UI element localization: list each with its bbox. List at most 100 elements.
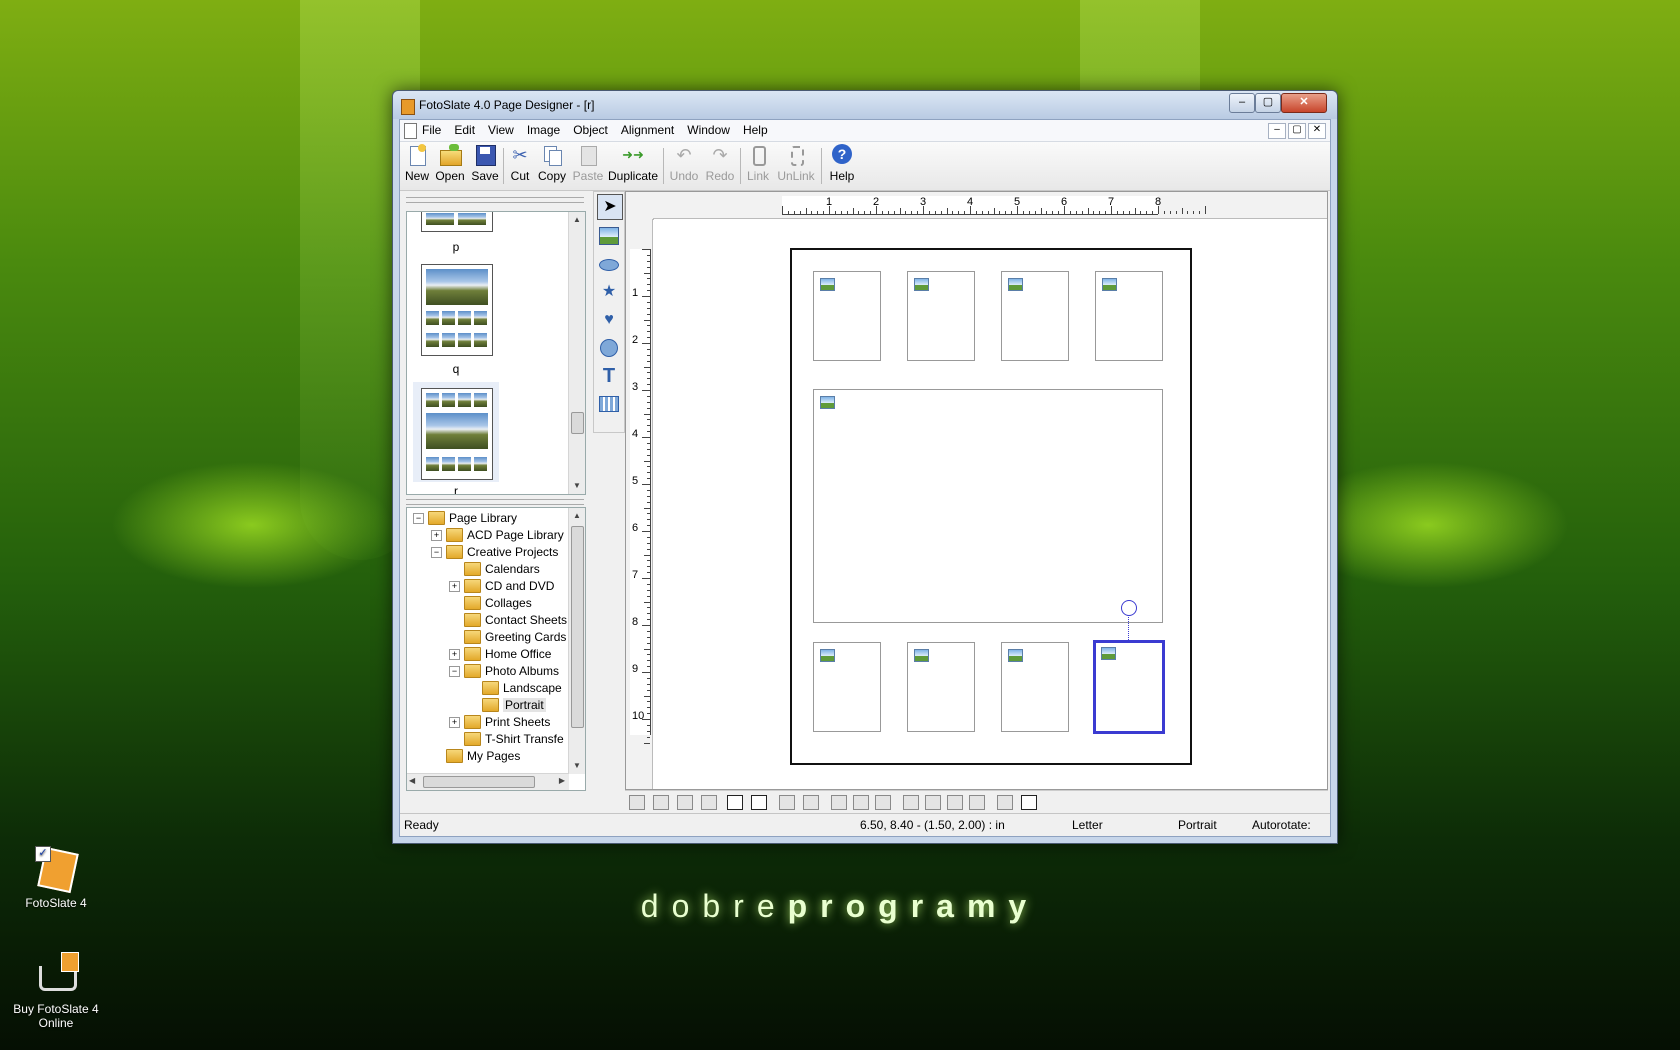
center-vertical-icon[interactable] (751, 795, 767, 810)
pointer-tool-icon[interactable]: ➤ (597, 194, 623, 220)
scroll-up-arrow[interactable]: ▲ (569, 508, 585, 524)
scroll-thumb[interactable] (571, 412, 584, 434)
expander-icon[interactable]: − (449, 665, 460, 677)
distribute-right-icon[interactable] (925, 795, 941, 810)
tree-item[interactable]: Greeting Cards (449, 628, 566, 646)
open-button[interactable]: Open (433, 144, 467, 183)
image-frame[interactable] (907, 271, 975, 361)
panel-splitter[interactable] (406, 499, 584, 505)
desktop-icon-buy-fotoslate[interactable]: Buy FotoSlate 4 Online (6, 952, 106, 1030)
scroll-down-arrow[interactable]: ▼ (569, 478, 585, 494)
link-button[interactable]: Link (744, 144, 772, 183)
mdi-restore-button[interactable]: ▢ (1288, 123, 1306, 139)
image-frame-selected[interactable] (1093, 640, 1165, 734)
tree-item[interactable]: T-Shirt Transfe (449, 730, 564, 748)
tree-item[interactable]: Landscape (467, 679, 562, 697)
page-layout[interactable] (790, 248, 1192, 765)
expander-icon[interactable]: + (449, 648, 460, 660)
tree-item[interactable]: + Print Sheets (449, 713, 550, 731)
grid-tool-icon[interactable] (597, 392, 621, 416)
same-width-icon[interactable] (831, 795, 847, 810)
undo-button[interactable]: ↶ Undo (667, 144, 701, 183)
image-frame[interactable] (1001, 642, 1069, 732)
tree-item[interactable]: − Page Library (413, 509, 517, 527)
thumbnail-r[interactable] (421, 388, 493, 480)
expander-icon[interactable]: − (431, 546, 442, 558)
tree-item[interactable]: Contact Sheets (449, 611, 567, 629)
tree-item[interactable]: + CD and DVD (449, 577, 554, 595)
tree-item[interactable]: Calendars (449, 560, 540, 578)
cut-button[interactable]: ✂ Cut (507, 144, 533, 183)
menu-help[interactable]: Help (743, 123, 768, 137)
tree-item[interactable]: + ACD Page Library (431, 526, 564, 544)
panel-grip[interactable] (406, 197, 584, 203)
scroll-up-arrow[interactable]: ▲ (569, 212, 585, 228)
thumbnails-scrollbar[interactable]: ▲ ▼ (568, 212, 585, 494)
grid-toggle-icon[interactable] (997, 795, 1013, 810)
image-frame[interactable] (1001, 271, 1069, 361)
align-bottom-icon[interactable] (701, 795, 717, 810)
tree-item[interactable]: + Home Office (449, 645, 551, 663)
maximize-button[interactable]: ▢ (1255, 93, 1281, 113)
redo-button[interactable]: ↷ Redo (704, 144, 736, 183)
expander-icon[interactable]: − (413, 512, 424, 524)
help-button[interactable]: ? Help (825, 144, 859, 183)
same-height-icon[interactable] (853, 795, 869, 810)
tree-item[interactable]: − Photo Albums (449, 662, 559, 680)
same-size-icon[interactable] (875, 795, 891, 810)
align-top-icon[interactable] (677, 795, 693, 810)
text-tool-icon[interactable]: T (597, 364, 621, 388)
copy-button[interactable]: Copy (536, 144, 568, 183)
crop-icon[interactable] (1021, 795, 1037, 810)
image-frame[interactable] (1095, 271, 1163, 361)
scroll-thumb[interactable] (571, 526, 584, 728)
distribute-left-icon[interactable] (903, 795, 919, 810)
menu-window[interactable]: Window (687, 123, 730, 137)
menu-alignment[interactable]: Alignment (621, 123, 674, 137)
center-horizontal-icon[interactable] (727, 795, 743, 810)
tree-item[interactable]: Collages (449, 594, 532, 612)
menu-view[interactable]: View (488, 123, 514, 137)
menu-edit[interactable]: Edit (454, 123, 475, 137)
star-tool-icon[interactable]: ★ (597, 280, 621, 304)
tree-item[interactable]: Portrait (467, 696, 546, 714)
image-frame-large[interactable] (813, 389, 1163, 623)
tree-horizontal-scrollbar[interactable]: ◀ ▶ (407, 773, 569, 790)
unlink-button[interactable]: UnLink (775, 144, 817, 183)
image-frame[interactable] (813, 642, 881, 732)
distribute-top-icon[interactable] (947, 795, 963, 810)
space-vertical-icon[interactable] (803, 795, 819, 810)
align-right-icon[interactable] (653, 795, 669, 810)
thumbnail-p[interactable] (421, 212, 493, 232)
scroll-right-arrow[interactable]: ▶ (559, 776, 565, 785)
tree-item[interactable]: My Pages (431, 747, 520, 765)
image-frame[interactable] (813, 271, 881, 361)
space-horizontal-icon[interactable] (779, 795, 795, 810)
scroll-thumb[interactable] (423, 776, 535, 788)
menu-image[interactable]: Image (527, 123, 560, 137)
thumbnail-q[interactable] (421, 264, 493, 356)
duplicate-button[interactable]: ➜➜ Duplicate (607, 144, 659, 183)
image-frame[interactable] (907, 642, 975, 732)
mdi-close-button[interactable]: ✕ (1308, 123, 1326, 139)
scroll-left-arrow[interactable]: ◀ (409, 776, 415, 785)
document-icon[interactable] (404, 123, 417, 139)
close-button[interactable]: ✕ (1281, 93, 1327, 113)
minimize-button[interactable]: – (1229, 93, 1255, 113)
new-button[interactable]: New (404, 144, 430, 183)
paste-button[interactable]: Paste (572, 144, 604, 183)
tree-scrollbar[interactable]: ▲ ▼ (568, 508, 585, 774)
menu-object[interactable]: Object (573, 123, 608, 137)
rotate-tool-icon[interactable] (597, 336, 621, 360)
align-left-icon[interactable] (629, 795, 645, 810)
distribute-bottom-icon[interactable] (969, 795, 985, 810)
shape-tool-icon[interactable]: ♥ (597, 308, 621, 332)
scroll-down-arrow[interactable]: ▼ (569, 758, 585, 774)
title-bar[interactable]: FotoSlate 4.0 Page Designer - [r] – ▢ ✕ (393, 91, 1337, 119)
expander-icon[interactable]: + (449, 716, 460, 728)
expander-icon[interactable]: + (449, 580, 460, 592)
menu-file[interactable]: File (422, 123, 441, 137)
ellipse-tool-icon[interactable] (597, 252, 621, 276)
expander-icon[interactable]: + (431, 529, 442, 541)
mdi-minimize-button[interactable]: – (1268, 123, 1286, 139)
